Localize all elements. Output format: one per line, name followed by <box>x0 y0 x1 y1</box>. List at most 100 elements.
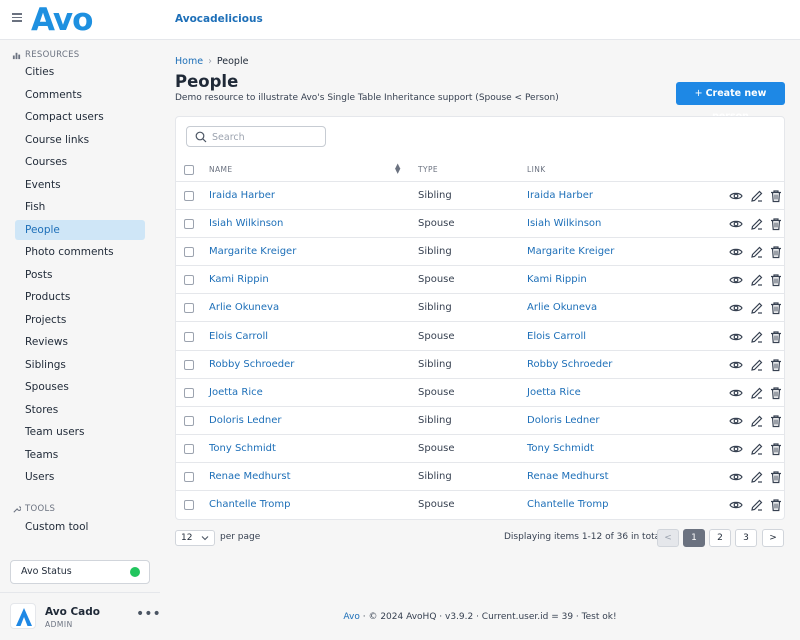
footer-avo-link[interactable]: Avo <box>343 612 359 622</box>
person-name-link[interactable]: Tony Schmidt <box>209 443 276 454</box>
view-icon[interactable] <box>729 245 743 259</box>
sidebar-item-stores[interactable]: Stores <box>15 400 145 420</box>
sidebar-item-custom-tool[interactable]: Custom tool <box>15 517 145 537</box>
sidebar-item-products[interactable]: Products <box>15 287 145 307</box>
app-title[interactable]: Avocadelicious <box>175 13 263 25</box>
per-page-select[interactable]: 12 <box>175 530 215 546</box>
delete-icon[interactable] <box>769 301 783 315</box>
person-name-link[interactable]: Robby Schroeder <box>209 359 294 370</box>
row-checkbox[interactable] <box>184 500 194 511</box>
user-menu-icon[interactable]: ••• <box>136 607 161 621</box>
person-name-link[interactable]: Chantelle Tromp <box>209 499 290 510</box>
row-checkbox[interactable] <box>184 415 194 426</box>
row-checkbox[interactable] <box>184 387 194 398</box>
page-3-button[interactable]: 3 <box>735 529 757 547</box>
view-icon[interactable] <box>729 358 743 372</box>
view-icon[interactable] <box>729 386 743 400</box>
person-link[interactable]: Kami Rippin <box>527 274 587 285</box>
delete-icon[interactable] <box>769 442 783 456</box>
delete-icon[interactable] <box>769 358 783 372</box>
sidebar-item-team-users[interactable]: Team users <box>15 422 145 442</box>
search-box[interactable] <box>186 126 326 147</box>
select-all-checkbox[interactable] <box>184 165 194 175</box>
prev-page-button[interactable]: < <box>657 529 679 547</box>
edit-icon[interactable] <box>750 386 764 400</box>
view-icon[interactable] <box>729 330 743 344</box>
person-link[interactable]: Renae Medhurst <box>527 471 609 482</box>
sidebar-item-siblings[interactable]: Siblings <box>15 355 145 375</box>
person-link[interactable]: Robby Schroeder <box>527 359 612 370</box>
person-name-link[interactable]: Iraida Harber <box>209 190 275 201</box>
person-link[interactable]: Isiah Wilkinson <box>527 218 601 229</box>
sidebar-item-posts[interactable]: Posts <box>15 265 145 285</box>
row-checkbox[interactable] <box>184 331 194 342</box>
sidebar-item-events[interactable]: Events <box>15 175 145 195</box>
row-checkbox[interactable] <box>184 303 194 314</box>
sidebar-item-courses[interactable]: Courses <box>15 152 145 172</box>
view-icon[interactable] <box>729 217 743 231</box>
view-icon[interactable] <box>729 442 743 456</box>
row-checkbox[interactable] <box>184 191 194 201</box>
delete-icon[interactable] <box>769 189 783 203</box>
avo-logo[interactable]: Avo <box>31 4 93 36</box>
create-person-button[interactable]: +Create new person <box>676 82 785 122</box>
person-name-link[interactable]: Joetta Rice <box>209 387 263 398</box>
sidebar-item-spouses[interactable]: Spouses <box>15 377 145 397</box>
avo-status-button[interactable]: Avo Status <box>10 560 150 584</box>
sidebar-item-fish[interactable]: Fish <box>15 197 145 217</box>
view-icon[interactable] <box>729 301 743 315</box>
sidebar-item-photo-comments[interactable]: Photo comments <box>15 242 145 262</box>
delete-icon[interactable] <box>769 217 783 231</box>
sidebar-item-projects[interactable]: Projects <box>15 310 145 330</box>
person-link[interactable]: Iraida Harber <box>527 190 593 201</box>
view-icon[interactable] <box>729 414 743 428</box>
edit-icon[interactable] <box>750 217 764 231</box>
sidebar-item-reviews[interactable]: Reviews <box>15 332 145 352</box>
row-checkbox[interactable] <box>184 219 194 230</box>
sidebar-item-teams[interactable]: Teams <box>15 445 145 465</box>
edit-icon[interactable] <box>750 498 764 512</box>
row-checkbox[interactable] <box>184 275 194 286</box>
row-checkbox[interactable] <box>184 443 194 454</box>
sidebar-item-comments[interactable]: Comments <box>15 85 145 105</box>
edit-icon[interactable] <box>750 301 764 315</box>
edit-icon[interactable] <box>750 273 764 287</box>
delete-icon[interactable] <box>769 273 783 287</box>
person-name-link[interactable]: Doloris Ledner <box>209 415 282 426</box>
sidebar-item-people[interactable]: People <box>15 219 145 240</box>
person-link[interactable]: Joetta Rice <box>527 387 581 398</box>
breadcrumb-home[interactable]: Home <box>175 56 203 67</box>
menu-icon[interactable] <box>12 13 22 23</box>
person-link[interactable]: Arlie Okuneva <box>527 302 597 313</box>
view-icon[interactable] <box>729 189 743 203</box>
sidebar-item-course-links[interactable]: Course links <box>15 130 145 150</box>
search-input[interactable] <box>212 129 322 145</box>
row-checkbox[interactable] <box>184 359 194 370</box>
delete-icon[interactable] <box>769 245 783 259</box>
edit-icon[interactable] <box>750 189 764 203</box>
delete-icon[interactable] <box>769 470 783 484</box>
person-name-link[interactable]: Isiah Wilkinson <box>209 218 283 229</box>
edit-icon[interactable] <box>750 330 764 344</box>
person-link[interactable]: Tony Schmidt <box>527 443 594 454</box>
sort-icon[interactable]: ▲ ▼ <box>395 163 401 175</box>
edit-icon[interactable] <box>750 358 764 372</box>
person-name-link[interactable]: Margarite Kreiger <box>209 246 296 257</box>
next-page-button[interactable]: > <box>762 529 784 547</box>
page-1-button[interactable]: 1 <box>683 529 705 547</box>
person-link[interactable]: Chantelle Tromp <box>527 499 608 510</box>
person-name-link[interactable]: Arlie Okuneva <box>209 302 279 313</box>
edit-icon[interactable] <box>750 442 764 456</box>
delete-icon[interactable] <box>769 330 783 344</box>
edit-icon[interactable] <box>750 245 764 259</box>
delete-icon[interactable] <box>769 414 783 428</box>
column-header-name[interactable]: NAME <box>209 165 233 174</box>
row-checkbox[interactable] <box>184 472 194 482</box>
person-name-link[interactable]: Kami Rippin <box>209 274 269 285</box>
person-link[interactable]: Doloris Ledner <box>527 415 600 426</box>
person-link[interactable]: Margarite Kreiger <box>527 246 614 257</box>
person-name-link[interactable]: Elois Carroll <box>209 331 268 342</box>
edit-icon[interactable] <box>750 470 764 484</box>
view-icon[interactable] <box>729 273 743 287</box>
sidebar-item-users[interactable]: Users <box>15 467 145 487</box>
